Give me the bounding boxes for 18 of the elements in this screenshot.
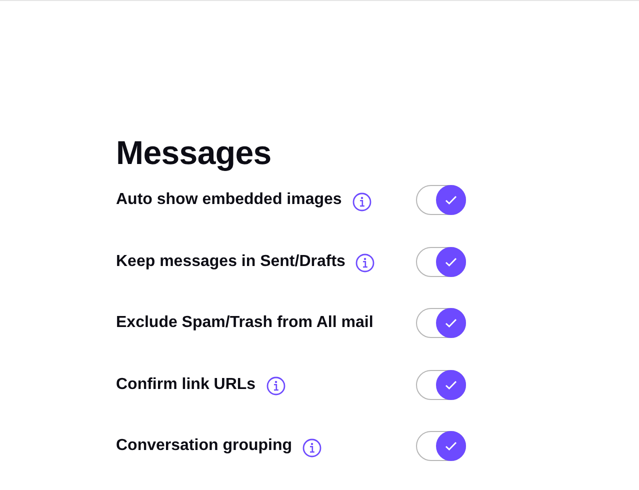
toggle-switch[interactable] [416,370,466,400]
section-title: Messages [116,133,272,173]
setting-label: Auto show embedded images [116,191,342,209]
setting-label: Confirm link URLs [116,376,256,394]
check-icon [444,193,458,207]
check-icon [444,316,458,330]
setting-label: Exclude Spam/Trash from All mail [116,314,374,332]
info-icon[interactable] [266,376,286,396]
toggle-switch[interactable] [416,185,466,215]
setting-label: Conversation grouping [116,437,292,455]
check-icon [444,439,458,453]
toggle-switch[interactable] [416,431,466,461]
info-icon[interactable] [355,253,376,273]
toggle-switch[interactable] [416,308,466,338]
setting-label: Keep messages in Sent/Drafts [116,252,346,270]
info-icon[interactable] [302,438,322,458]
toggle-switch[interactable] [416,246,466,276]
info-icon[interactable] [352,192,372,212]
